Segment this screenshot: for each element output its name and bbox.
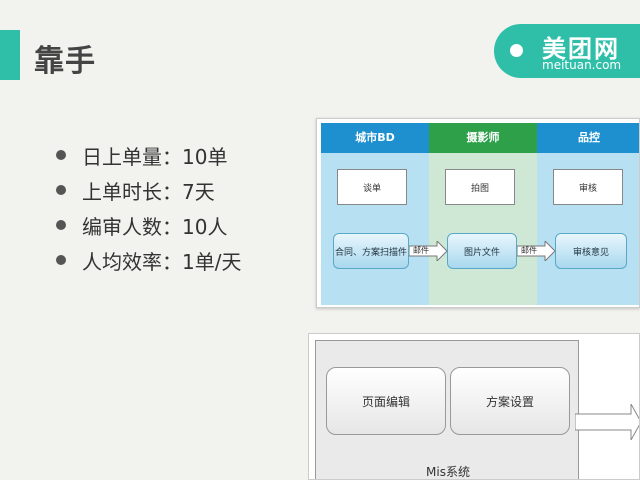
- step-contract-scan: 合同、方案扫描件: [333, 233, 409, 269]
- logo-dot-icon: [510, 44, 523, 57]
- process-box-negotiate: 谈单: [337, 169, 407, 205]
- swimlane-header: 摄影师: [429, 123, 537, 153]
- bullet-text: 编审人数：10人: [82, 215, 228, 239]
- arrow-label: 邮件: [521, 246, 537, 255]
- bullet-dot-icon: [56, 185, 66, 195]
- bullet-text: 上单时长：7天: [82, 180, 215, 204]
- bullet-item: 上单时长：7天: [56, 177, 241, 212]
- bullet-dot-icon: [56, 150, 66, 160]
- plan-settings-module: 方案设置: [450, 367, 570, 435]
- swimlane-header: 品控: [537, 123, 639, 153]
- step-image-files: 图片文件: [447, 233, 517, 269]
- step-review-opinion: 审核意见: [555, 233, 627, 269]
- swimlane-header: 城市BD: [321, 123, 429, 153]
- bullet-text: 日上单量：10单: [82, 145, 228, 169]
- bullet-list: 日上单量：10单 上单时长：7天 编审人数：10人 人均效率：1单/天: [56, 142, 241, 282]
- bullet-item: 日上单量：10单: [56, 142, 241, 177]
- swimlane-quality-control: 品控: [537, 123, 639, 305]
- bullet-text: 人均效率：1单/天: [82, 250, 242, 274]
- mis-system-label: Mis系统: [426, 465, 470, 479]
- arrow-right-icon: [575, 404, 639, 440]
- bullet-dot-icon: [56, 220, 66, 230]
- arrow-label: 邮件: [413, 246, 429, 255]
- mis-system-frame: 页面编辑 方案设置 Mis系统: [315, 340, 579, 479]
- arrow-email-2: 邮件: [517, 241, 555, 261]
- page-edit-module: 页面编辑: [326, 367, 446, 435]
- meituan-logo: 美团网 meituan.com: [494, 24, 640, 78]
- process-box-photo: 拍图: [445, 169, 515, 205]
- title-accent-bar: [0, 30, 20, 80]
- swimlane-city-bd: 城市BD: [321, 123, 429, 305]
- bullet-item: 编审人数：10人: [56, 212, 241, 247]
- slide-title: 靠手: [34, 44, 96, 79]
- bullet-dot-icon: [56, 255, 66, 265]
- arrow-email-1: 邮件: [409, 241, 447, 261]
- logo-domain-text: meituan.com: [542, 58, 622, 72]
- process-box-review: 审核: [553, 169, 623, 205]
- swimlane-photographer: 摄影师: [429, 123, 537, 305]
- bullet-item: 人均效率：1单/天: [56, 247, 241, 282]
- mis-system-diagram: 页面编辑 方案设置 Mis系统: [308, 333, 640, 480]
- workflow-diagram: 城市BD 摄影师 品控 谈单 拍图 审核 合同、方案扫描件 图片文件 审核意见 …: [316, 118, 640, 308]
